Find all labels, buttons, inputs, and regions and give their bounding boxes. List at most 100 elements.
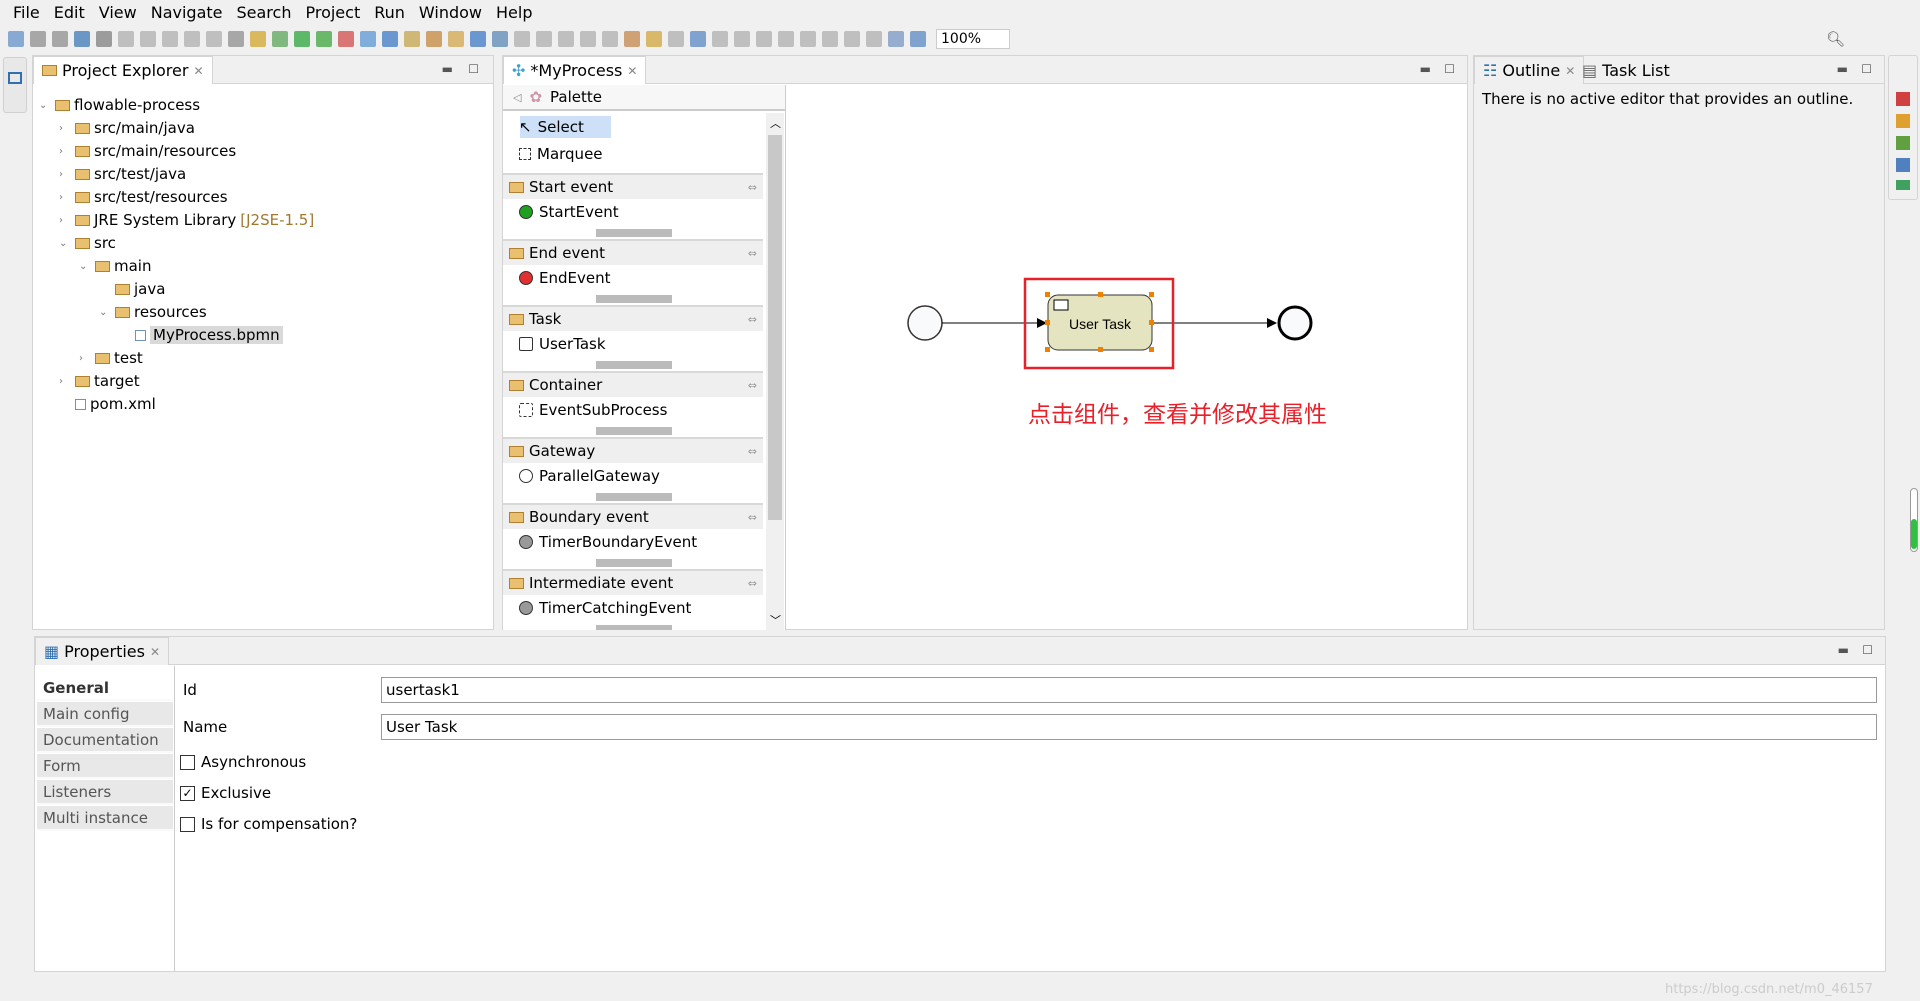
tab-project-explorer[interactable]: Project Explorer ✕ [33,56,213,84]
toolbar-button-icon[interactable] [294,31,310,47]
tab-properties[interactable]: ▦ Properties ✕ [35,637,170,665]
chevron-right-icon[interactable]: › [59,169,71,180]
pin-icon[interactable]: ⇔ [748,247,757,260]
toolbar-button-icon[interactable] [360,31,376,47]
tree-item[interactable]: › test [79,349,143,367]
checkbox[interactable]: Asynchronous [180,753,306,771]
name-field[interactable]: User Task [381,714,1877,740]
menu-file[interactable]: File [6,3,47,22]
menu-run[interactable]: Run [367,3,412,22]
toolbar-button-icon[interactable] [668,31,684,47]
tab-outline[interactable]: ☷ Outline ✕ [1474,56,1585,84]
pin-icon[interactable]: ⇔ [748,511,757,524]
toolbar-button-icon[interactable] [52,31,68,47]
toolbar-button-icon[interactable] [602,31,618,47]
tree-item[interactable]: ⌄ src [59,234,116,252]
properties-tab[interactable]: Documentation [37,728,173,753]
menu-view[interactable]: View [92,3,144,22]
chevron-down-icon[interactable]: ⌄ [99,307,111,318]
view-icon[interactable] [1896,136,1910,150]
tree-item[interactable]: ⌄ resources [99,303,207,321]
toolbar-button-icon[interactable] [470,31,486,47]
palette-group[interactable]: Boundary event ⇔ [503,503,763,529]
palette-group[interactable]: Start event ⇔ [503,173,763,199]
toolbar-button-icon[interactable] [316,31,332,47]
toolbar-button-icon[interactable] [74,31,90,47]
checkbox-unchecked[interactable] [180,816,195,832]
toolbar-button-icon[interactable] [888,31,904,47]
select-tool-label[interactable]: ↖ Select [519,118,584,136]
minimize-icon[interactable]: ▬ [1420,62,1431,76]
checkbox[interactable]: Is for compensation? [180,815,357,833]
tree-item[interactable]: ⌄ main [79,257,151,275]
toolbar-button-icon[interactable] [712,31,728,47]
pin-icon[interactable]: ⇔ [748,445,757,458]
properties-tab[interactable]: Main config [37,702,173,727]
tree-item[interactable]: › target [59,372,140,390]
palette-group[interactable]: Gateway ⇔ [503,437,763,463]
toolbar-button-icon[interactable] [382,31,398,47]
toolbar-button-icon[interactable] [338,31,354,47]
properties-tab[interactable]: General [37,676,173,701]
toolbar-button-icon[interactable] [580,31,596,47]
palette-scrollbar[interactable]: ︿ ﹀ [766,113,784,630]
toolbar-button-icon[interactable] [624,31,640,47]
palette-item[interactable]: StartEvent [519,203,619,221]
properties-tab[interactable]: Listeners [37,780,173,805]
tab-myprocess[interactable]: ✣ *MyProcess ✕ [503,56,647,84]
tree-item[interactable]: › src/main/resources [59,142,236,160]
pin-icon[interactable]: ⇔ [748,379,757,392]
toolbar-button-icon[interactable] [844,31,860,47]
chevron-right-icon[interactable]: › [59,215,71,226]
overflow-indicator[interactable] [596,427,672,435]
tree-item[interactable]: MyProcess.bpmn [119,326,283,344]
toolbar-button-icon[interactable] [272,31,288,47]
minimize-icon[interactable]: ▬ [1838,643,1849,657]
chevron-down-icon[interactable]: ⌄ [59,238,71,249]
toolbar-button-icon[interactable] [250,31,266,47]
toolbar-button-icon[interactable] [646,31,662,47]
view-icon[interactable] [1896,92,1910,106]
toolbar-button-icon[interactable] [30,31,46,47]
toolbar-button-icon[interactable] [910,31,926,47]
palette-group[interactable]: End event ⇔ [503,239,763,265]
properties-tab[interactable]: Form [37,754,173,779]
maximize-icon[interactable]: ☐ [1861,62,1872,76]
overflow-indicator[interactable] [596,361,672,369]
toolbar-button-icon[interactable] [822,31,838,47]
chevron-right-icon[interactable]: › [59,192,71,203]
maximize-icon[interactable]: ☐ [468,62,479,76]
menu-help[interactable]: Help [489,3,539,22]
end-event[interactable] [1277,305,1313,341]
toolbar-button-icon[interactable] [514,31,530,47]
toolbar-button-icon[interactable] [448,31,464,47]
toolbar-button-icon[interactable] [492,31,508,47]
id-field[interactable]: usertask1 [381,677,1877,703]
overflow-indicator[interactable] [596,559,672,567]
diagram-canvas[interactable]: User Task 点击组件，查看并修改其属性 [788,85,1468,630]
overflow-indicator[interactable] [596,229,672,237]
tree-item[interactable]: › JRE System Library [J2SE-1.5] [59,211,314,229]
toolbar-button-icon[interactable] [734,31,750,47]
search-icon[interactable]: 🔍︎ [1826,30,1845,48]
view-icon[interactable] [1896,158,1910,172]
toolbar-button-icon[interactable] [184,31,200,47]
toolbar-button-icon[interactable] [404,31,420,47]
checkbox-checked[interactable]: ✓ [180,785,195,801]
tree-item[interactable]: › src/test/resources [59,188,228,206]
tree-item[interactable]: › src/test/java [59,165,186,183]
pin-icon[interactable]: ⇔ [748,577,757,590]
collapse-palette-icon[interactable]: ◁ [513,91,521,104]
palette-item[interactable]: TimerBoundaryEvent [519,533,697,551]
palette-group[interactable]: Container ⇔ [503,371,763,397]
chevron-right-icon[interactable]: › [59,146,71,157]
close-icon[interactable]: ✕ [1565,64,1575,78]
overflow-indicator[interactable] [596,295,672,303]
toolbar-button-icon[interactable] [206,31,222,47]
palette-item[interactable]: ParallelGateway [519,467,660,485]
menu-window[interactable]: Window [412,3,489,22]
toolbar-button-icon[interactable] [426,31,442,47]
tab-task-list[interactable]: ▤ Task List [1582,56,1670,84]
toolbar-button-icon[interactable] [800,31,816,47]
toolbar-button-icon[interactable] [536,31,552,47]
